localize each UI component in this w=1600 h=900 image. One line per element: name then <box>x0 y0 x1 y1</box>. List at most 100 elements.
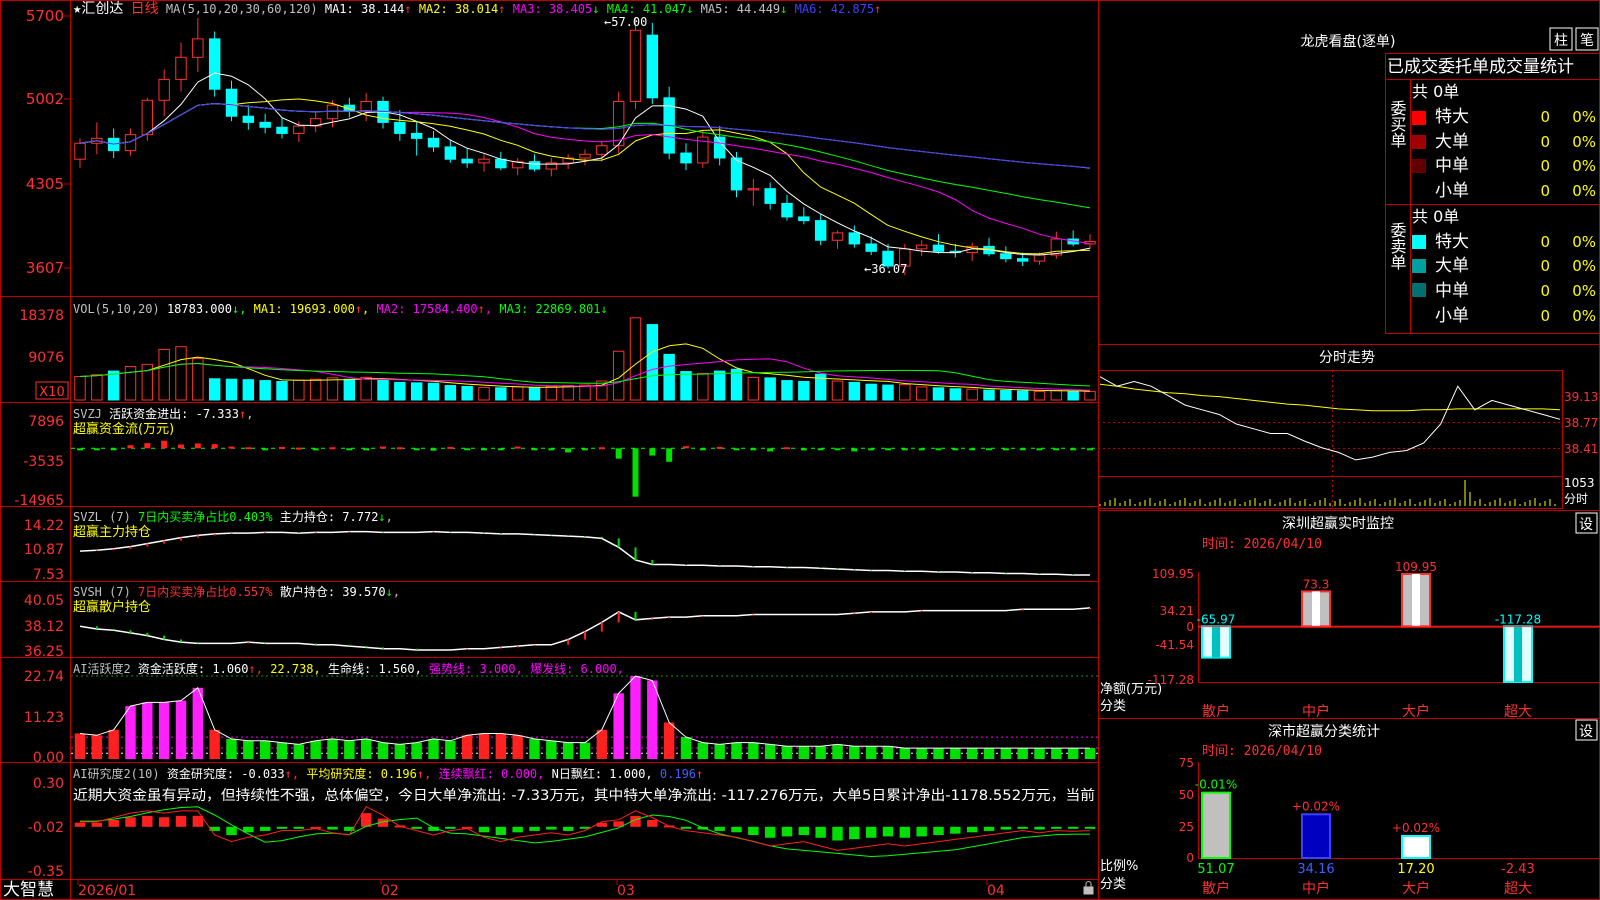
candle-body <box>461 158 473 164</box>
volume-bar <box>1067 390 1079 401</box>
classify-settings-button[interactable]: 设 <box>1575 719 1598 741</box>
svzj-panel[interactable]: 7896 -3535 -14965 SVZJ 活跃资金进出: -7.333↑, … <box>14 406 1098 509</box>
candle-body <box>831 232 844 241</box>
monitor-settings-button[interactable]: 设 <box>1575 512 1598 534</box>
tick-mode-button[interactable]: 笔 <box>1575 27 1599 51</box>
price-panel[interactable]: 5700 5002 4305 3607 ←57.00 ←36.07 ★汇创达 日… <box>26 1 1096 277</box>
svsh-hold: 散户持仓: 39.570 <box>280 584 386 599</box>
volume-bar <box>663 353 675 401</box>
svzl-subtitle: 超赢主力持仓 <box>73 524 151 540</box>
flow-bar <box>110 448 117 451</box>
candle-body <box>410 132 423 139</box>
flow-bar <box>363 448 370 451</box>
intraday-panel[interactable]: 分时走势 39.13 38.77 38.41 1053 分时 <box>1098 344 1600 509</box>
active-bar <box>411 742 422 759</box>
ma-label: MA(5,10,20,30,60,120) <box>166 2 318 16</box>
candle-body <box>192 38 204 58</box>
up-arrow-icon: ↑, <box>417 767 431 781</box>
classify-change: -0.01% <box>1195 778 1237 792</box>
volume-bar <box>915 386 928 401</box>
volume-panel[interactable]: 18378 9076 X10 VOL(5,10,20) 18783.000↓, … <box>19 302 1096 401</box>
flow-bar <box>582 448 588 451</box>
flow-bar <box>178 444 184 449</box>
hold-line <box>79 607 1091 651</box>
lhb-title: 龙虎看盘(逐单) <box>1301 33 1396 50</box>
ma3-value: MA3: 38.405 <box>513 2 592 16</box>
research-bar <box>529 826 540 831</box>
buy-row-pct: 0% <box>1572 108 1596 126</box>
active-bar <box>714 744 725 759</box>
ma-line <box>79 98 1091 255</box>
research-bar <box>175 815 187 827</box>
period-label[interactable]: 日线 <box>131 1 159 17</box>
up-arrow-icon: ↑ <box>498 2 505 16</box>
active-bar <box>1034 748 1045 759</box>
active-bar <box>512 735 523 759</box>
lhb-panel[interactable]: 龙虎看盘(逐单) 柱 笔 已成交委托单成交量统计 委买单 共 0单 特大 0 0… <box>1301 27 1600 334</box>
svzl-panel[interactable]: 14.22 10.87 7.53 SVZL (7) 7日内买卖净占比0.403%… <box>24 509 1090 583</box>
flow-bar <box>497 448 504 451</box>
lhb-tabs[interactable]: 已成交委托单成交量统计 <box>1387 57 1574 77</box>
flow-bar <box>666 448 673 462</box>
research-bar <box>647 819 658 827</box>
xtick-label: 03 <box>617 883 635 899</box>
svzl-desc: 7日内买卖净占比0.403% <box>138 509 273 524</box>
research-comment: 近期大资金虽有异动，但持续性不强，总体偏空，今日大单净流出: -7.33万元，其… <box>73 787 1095 804</box>
flow-bar <box>868 448 875 451</box>
classify-xlabel: 分类 <box>1100 877 1126 892</box>
buy-row-name: 中单 <box>1435 156 1469 176</box>
research-ytick: -0.02 <box>28 820 64 836</box>
volume-bar <box>427 382 440 401</box>
price-yaxis: 5700 5002 4305 3607 <box>26 7 64 277</box>
svsh-panel[interactable]: 40.05 38.12 36.25 SVSH (7) 7日内买卖净占比0.557… <box>24 584 1091 660</box>
svzj-ytick: 7896 <box>28 414 64 430</box>
flow-bar <box>262 448 269 451</box>
monitor-panel[interactable]: 深圳超赢实时监控 设 时间: 2026/04/10 109.95 34.21 0… <box>1098 510 1600 721</box>
lock-icon[interactable] <box>1083 881 1094 895</box>
research-bar <box>916 826 927 837</box>
flow-bar <box>969 448 976 451</box>
bar-mode-button[interactable]: 柱 <box>1549 27 1573 51</box>
sell-row-pct: 0% <box>1572 307 1596 325</box>
flow-bar <box>1053 448 1060 451</box>
intraday-vol-label: 分时 <box>1564 492 1588 506</box>
volume-bar <box>629 317 642 401</box>
classify-value: -2.43 <box>1501 862 1535 877</box>
svzl-ytick: 14.22 <box>24 518 64 534</box>
flow-bar <box>733 448 740 451</box>
ai-research-panel[interactable]: 0.30 -0.02 -0.35 AI研究度2(10) 资金研究度: -0.03… <box>28 766 1096 880</box>
candle-body <box>259 121 271 128</box>
research-bar <box>798 826 810 836</box>
monitor-bar-value: -117.28 <box>1495 612 1541 626</box>
svzj-marks <box>71 440 1098 497</box>
research-bar <box>950 826 961 834</box>
classify-bar <box>1301 813 1331 860</box>
svsh-label: SVSH (7) <box>73 585 131 599</box>
volume-bar <box>747 376 760 401</box>
research-bar <box>680 826 692 829</box>
active-bar <box>478 733 490 759</box>
research-bar <box>445 826 456 829</box>
candle-body <box>1000 253 1012 260</box>
svg-text:设: 设 <box>1579 724 1593 740</box>
research-bar <box>748 826 759 836</box>
svsh-ytick: 38.12 <box>24 619 64 635</box>
classify-panel[interactable]: 深市超赢分类统计 设 时间: 2026/04/10 75 50 25 0 比例%… <box>1098 718 1600 898</box>
volume-bar <box>208 378 221 401</box>
active-bar <box>764 744 776 759</box>
candle-body <box>444 146 457 160</box>
research-bar <box>764 826 776 838</box>
buy-total: 共 0单 <box>1412 82 1459 101</box>
chart-canvas[interactable]: 5700 5002 4305 3607 ←57.00 ←36.07 ★汇创达 日… <box>0 0 1600 900</box>
flow-bar <box>598 447 605 450</box>
active-bar <box>832 744 843 759</box>
flow-bar <box>615 448 622 459</box>
volume-bar <box>798 380 810 401</box>
volume-bar <box>781 380 793 401</box>
research-bar <box>899 826 911 838</box>
ai-active-panel[interactable]: 22.74 11.23 0.00 AI活跃度2 资金活跃度: 1.060↑, 2… <box>24 661 1098 766</box>
flow-bar <box>767 448 774 452</box>
vol-ytick: 18378 <box>19 308 64 324</box>
volume-bar <box>764 377 776 401</box>
flow-bar <box>649 448 656 456</box>
